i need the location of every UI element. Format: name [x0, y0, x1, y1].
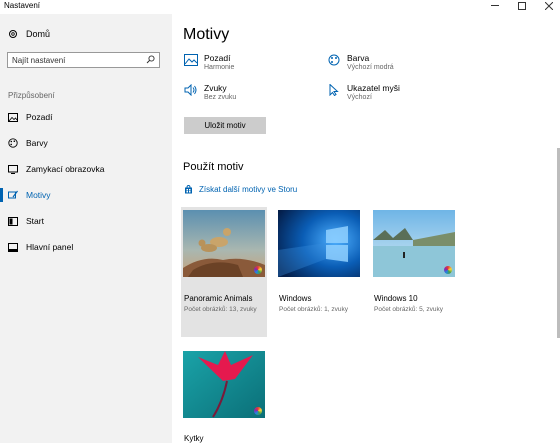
color-wheel-icon: [444, 266, 452, 274]
mouse-cursor-setting[interactable]: Ukazatel myši Výchozí: [327, 83, 400, 103]
theme-image-count: Počet obrázků: 1, zvuky: [279, 306, 349, 313]
color-wheel-icon: [254, 266, 262, 274]
section-label: Přizpůsobení: [8, 91, 55, 100]
store-link-label: Získat další motivy ve Storu: [199, 185, 298, 194]
theme-thumbnail: [373, 210, 455, 277]
sidebar-item-label: Pozadí: [26, 112, 53, 122]
sidebar-item-label: Barvy: [26, 138, 48, 148]
property-label: Ukazatel myši: [347, 83, 400, 93]
sidebar-item-pozadi[interactable]: Pozadí: [0, 107, 172, 127]
sidebar-item-hlavni-panel[interactable]: Hlavní panel: [0, 237, 172, 257]
theme-name: Kytky: [184, 434, 204, 443]
sidebar-item-label: Start: [26, 216, 44, 226]
theme-name: Windows: [279, 294, 312, 303]
sidebar-item-motivy[interactable]: Motivy: [0, 185, 172, 205]
palette-icon: [8, 138, 18, 148]
search-input[interactable]: [12, 54, 137, 66]
store-icon: [185, 185, 192, 194]
sidebar-item-zamykaci-obrazovka[interactable]: Zamykací obrazovka: [0, 159, 172, 179]
property-label: Pozadí: [204, 53, 231, 63]
theme-thumbnail: [183, 210, 265, 277]
property-label: Barva: [347, 53, 370, 63]
sidebar-item-label: Hlavní panel: [26, 242, 74, 252]
property-value: Bez zvuku: [204, 94, 237, 101]
home-link[interactable]: Domů: [8, 29, 50, 39]
property-value: Výchozí: [347, 94, 372, 101]
brush-icon: [8, 190, 18, 200]
sidebar: Domů Přizpůsobení Pozadí Barvy Zamykací …: [0, 14, 172, 443]
cursor-icon: [329, 84, 339, 96]
home-label: Domů: [26, 29, 51, 39]
title-bar: Nastavení: [0, 0, 560, 14]
search-box[interactable]: [7, 52, 160, 68]
start-icon: [8, 216, 18, 226]
maximize-button[interactable]: [509, 0, 535, 12]
image-icon: [8, 112, 18, 122]
theme-tile-panoramic-animals[interactable]: Panoramic Animals Počet obrázků: 13, zvu…: [181, 207, 267, 337]
main-content: Motivy Pozadí Harmonie Barva Výchozí mod…: [172, 14, 560, 443]
theme-image-count: Počet obrázků: 5, zvuky: [374, 306, 444, 313]
color-setting[interactable]: Barva Výchozí modrá: [327, 53, 394, 73]
theme-name: Windows 10: [374, 294, 418, 303]
property-value: Výchozí modrá: [347, 64, 394, 71]
theme-thumbnail: [278, 210, 360, 277]
minimize-button[interactable]: [482, 0, 508, 12]
page-title: Motivy: [183, 26, 230, 43]
background-setting[interactable]: Pozadí Harmonie: [184, 53, 234, 73]
palette-icon: [328, 54, 340, 66]
apply-theme-heading: Použít motiv: [183, 161, 244, 173]
sidebar-item-label: Motivy: [26, 190, 51, 200]
theme-name: Panoramic Animals: [184, 294, 253, 303]
sounds-setting[interactable]: Zvuky Bez zvuku: [184, 83, 236, 103]
speaker-icon: [184, 84, 197, 96]
minimize-icon: [491, 5, 499, 6]
close-button[interactable]: [536, 0, 560, 12]
property-value: Harmonie: [204, 64, 235, 71]
search-icon[interactable]: [146, 55, 155, 64]
theme-tile-kytky[interactable]: Kytky: [181, 348, 267, 443]
window-title: Nastavení: [4, 1, 41, 10]
color-wheel-icon: [254, 407, 262, 415]
sidebar-item-barvy[interactable]: Barvy: [0, 133, 172, 153]
gear-icon: [9, 30, 17, 38]
maximize-icon: [518, 2, 526, 10]
sidebar-item-label: Zamykací obrazovka: [26, 164, 105, 174]
save-theme-button[interactable]: Uložit motiv: [184, 117, 266, 134]
store-link[interactable]: Získat další motivy ve Storu: [184, 185, 297, 194]
theme-image-count: Počet obrázků: 13, zvuky: [184, 306, 257, 313]
property-label: Zvuky: [204, 83, 227, 93]
theme-thumbnail: [183, 351, 265, 418]
close-icon: [545, 2, 553, 10]
sidebar-item-start[interactable]: Start: [0, 211, 172, 231]
theme-tile-windows[interactable]: Windows Počet obrázků: 1, zvuky: [276, 207, 362, 337]
image-icon: [184, 54, 198, 66]
lock-screen-icon: [8, 164, 18, 174]
taskbar-icon: [8, 242, 18, 252]
theme-tile-windows-10[interactable]: Windows 10 Počet obrázků: 5, zvuky: [371, 207, 457, 337]
